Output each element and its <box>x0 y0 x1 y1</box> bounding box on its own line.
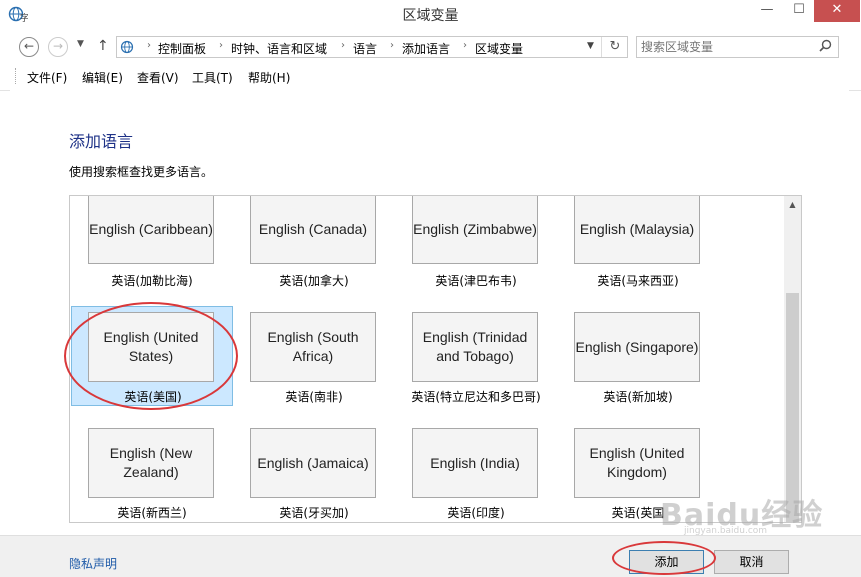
language-tile-english-caribbean[interactable]: English (Caribbean) 英语(加勒比海) <box>71 196 233 294</box>
menu-bar: 文件(F) 编辑(E) 查看(V) 工具(T) 帮助(H) <box>0 64 861 91</box>
forward-button[interactable]: → <box>48 37 68 57</box>
language-tile-caption: 英语(牙买加) <box>279 506 349 520</box>
cancel-button[interactable]: 取消 <box>714 550 789 574</box>
address-bar[interactable]: › 控制面板 › 时钟、语言和区域 › 语言 › 添加语言 › 区域变量 ▼ ↻ <box>116 36 628 58</box>
highlight-circle-annotation <box>612 541 716 575</box>
vertical-scrollbar[interactable]: ▲ <box>784 196 801 522</box>
menu-item-tools[interactable]: 工具(T) <box>192 69 233 86</box>
language-tile-label: English (India) <box>412 428 538 498</box>
breadcrumb-separator: › <box>147 40 151 51</box>
language-tile-english-trinidad-tobago[interactable]: English (Trinidad and Tobago) 英语(特立尼达和多巴… <box>395 306 557 406</box>
language-tile-caption: 英语(新西兰) <box>117 506 187 520</box>
menu-item-file[interactable]: 文件(F) <box>27 69 67 86</box>
breadcrumb-control-panel[interactable]: 控制面板 <box>158 40 206 57</box>
language-tile-label: English (New Zealand) <box>88 428 214 498</box>
footer-bar: 隐私声明 添加 取消 <box>0 535 861 577</box>
language-tile-label: English (United Kingdom) <box>574 428 700 498</box>
maximize-button[interactable]: ☐ <box>784 0 814 22</box>
close-button[interactable]: ✕ <box>814 0 860 22</box>
language-tile-english-south-africa[interactable]: English (South Africa) 英语(南非) <box>233 306 395 406</box>
menu-item-help[interactable]: 帮助(H) <box>248 69 290 86</box>
language-tile-label: English (Malaysia) <box>574 196 700 264</box>
address-dropdown-icon[interactable]: ▼ <box>587 41 594 51</box>
language-tile-caption: 英语(南非) <box>285 390 343 404</box>
highlight-circle-annotation <box>64 302 238 410</box>
menu-grip <box>15 68 18 84</box>
window-title: 区域变量 <box>402 8 459 24</box>
minimize-button[interactable]: — <box>750 0 784 22</box>
up-arrow-icon[interactable]: ↑ <box>97 38 109 54</box>
back-button[interactable]: ← <box>19 37 39 57</box>
language-tile-caption: 英语(印度) <box>447 506 505 520</box>
breadcrumb-language[interactable]: 语言 <box>353 40 377 57</box>
language-tile-english-singapore[interactable]: English (Singapore) 英语(新加坡) <box>557 306 719 406</box>
menu-item-view[interactable]: 查看(V) <box>137 69 179 86</box>
language-tile-english-malaysia[interactable]: English (Malaysia) 英语(马来西亚) <box>557 196 719 294</box>
language-tile-label: English (Trinidad and Tobago) <box>412 312 538 382</box>
language-tile-label: English (Singapore) <box>574 312 700 382</box>
language-tile-english-jamaica[interactable]: English (Jamaica) 英语(牙买加) <box>233 422 395 522</box>
breadcrumb-add-language[interactable]: 添加语言 <box>402 40 450 57</box>
page-title: 添加语言 <box>69 132 134 151</box>
navigation-bar: ← → ▼ ↑ › 控制面板 › 时钟、语言和区域 › 语言 › 添加语言 › … <box>0 30 861 64</box>
baidu-watermark: Baidu经验 jingyan.baidu.com <box>660 490 850 536</box>
scroll-up-icon[interactable]: ▲ <box>784 196 801 213</box>
language-tile-english-zimbabwe[interactable]: English (Zimbabwe) 英语(津巴布韦) <box>395 196 557 294</box>
breadcrumb-separator: › <box>463 40 467 51</box>
refresh-icon[interactable]: ↻ <box>601 37 628 57</box>
menu-item-edit[interactable]: 编辑(E) <box>82 69 123 86</box>
search-input[interactable] <box>641 39 811 55</box>
language-tile-caption: 英语(新加坡) <box>603 390 673 404</box>
control-panel-icon <box>120 39 136 55</box>
language-tile-caption: 英语(加拿大) <box>279 274 349 288</box>
breadcrumb-separator: › <box>390 40 394 51</box>
language-tile-english-new-zealand[interactable]: English (New Zealand) 英语(新西兰) <box>71 422 233 522</box>
privacy-statement-link[interactable]: 隐私声明 <box>69 555 117 572</box>
language-tile-english-india[interactable]: English (India) 英语(印度) <box>395 422 557 522</box>
breadcrumb-separator: › <box>341 40 345 51</box>
breadcrumb-separator: › <box>219 40 223 51</box>
breadcrumb-regional-variants[interactable]: 区域变量 <box>475 40 523 57</box>
instruction-text: 使用搜索框查找更多语言。 <box>69 165 214 179</box>
language-tile-label: English (Jamaica) <box>250 428 376 498</box>
language-tile-caption: 英语(加勒比海) <box>111 274 193 288</box>
language-tile-english-canada[interactable]: English (Canada) 英语(加拿大) <box>233 196 395 294</box>
language-tile-caption: 英语(特立尼达和多巴哥) <box>411 390 541 404</box>
language-tile-label: English (South Africa) <box>250 312 376 382</box>
search-icon[interactable] <box>819 39 832 56</box>
language-tile-label: English (Zimbabwe) <box>412 196 538 264</box>
language-tile-label: English (Caribbean) <box>88 196 214 264</box>
language-tile-label: English (Canada) <box>250 196 376 264</box>
search-box[interactable] <box>636 36 839 58</box>
recent-locations-dropdown-icon[interactable]: ▼ <box>77 39 84 49</box>
title-bar: 字 区域变量 — ☐ ✕ <box>0 0 861 30</box>
breadcrumb-clock-language-region[interactable]: 时钟、语言和区域 <box>231 40 327 57</box>
scrollbar-thumb[interactable] <box>786 293 799 522</box>
language-tile-caption: 英语(马来西亚) <box>597 274 679 288</box>
language-tile-caption: 英语(津巴布韦) <box>435 274 517 288</box>
